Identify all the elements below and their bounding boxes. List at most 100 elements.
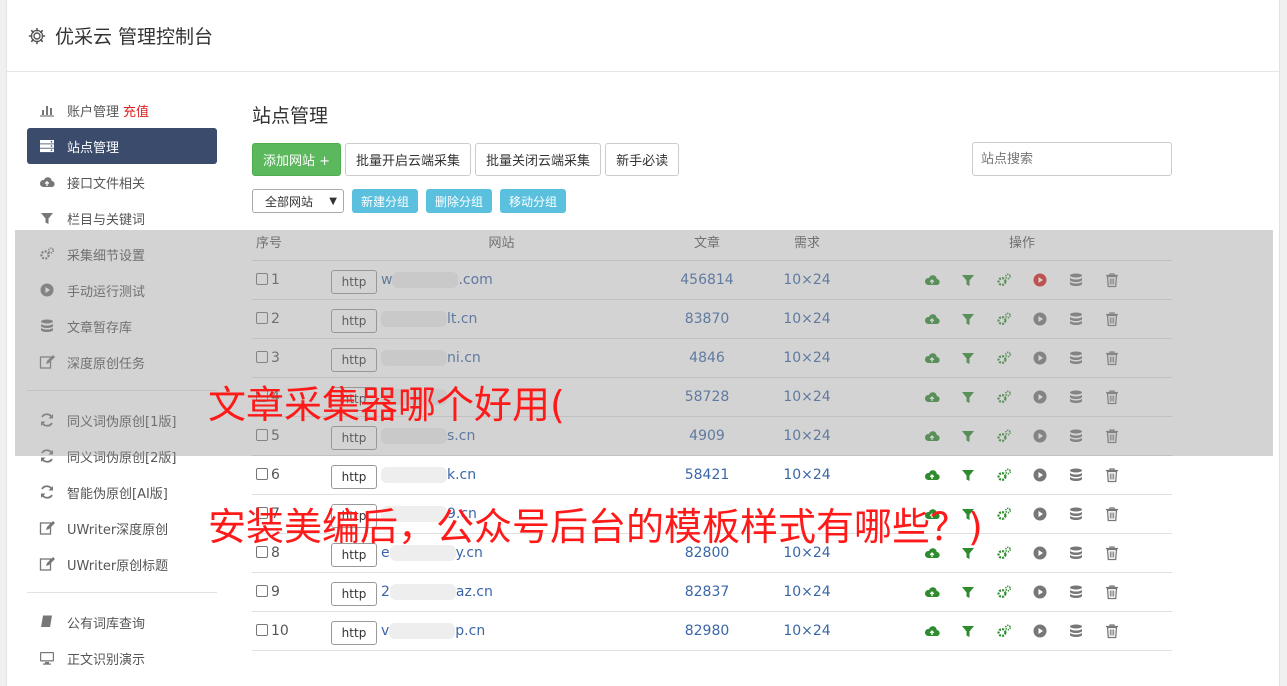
row-articles[interactable]: 82980	[672, 611, 742, 651]
database-icon[interactable]	[1068, 584, 1084, 600]
newbie-guide-button[interactable]: 新手必读	[605, 142, 680, 176]
sidebar-item-group3-1[interactable]: 正文识别演示	[27, 640, 217, 676]
sidebar-item-group2-2[interactable]: 智能伪原创[AI版]	[27, 474, 217, 510]
play-icon[interactable]	[1032, 545, 1048, 561]
trash-icon[interactable]	[1104, 506, 1120, 522]
batch-close-cloud-button[interactable]: 批量关闭云端采集	[475, 142, 602, 176]
redacted-mask	[389, 622, 456, 639]
move-group-button[interactable]: 移动分组	[500, 189, 567, 213]
row-ops	[872, 572, 1172, 612]
row-num-cell: 6	[252, 455, 327, 495]
cloud-upload-icon[interactable]	[924, 584, 940, 600]
sidebar-item-label: 账户管理	[67, 104, 120, 120]
chevron-down-icon: ▼	[329, 195, 337, 207]
trash-icon[interactable]	[1104, 467, 1120, 483]
table-row: 10 http v p.cn 82980 10×24	[252, 611, 1172, 651]
play-icon[interactable]	[1032, 467, 1048, 483]
sidebar-item-group1-2[interactable]: 接口文件相关	[27, 164, 217, 200]
row-site-cell: http v p.cn	[327, 611, 672, 651]
site-domain-prefix[interactable]: v	[381, 623, 389, 639]
database-icon[interactable]	[1068, 506, 1084, 522]
overlay-title-line2: 安装美编后，公众号后台的模板样式有哪些？)	[208, 505, 983, 549]
row-checkbox[interactable]	[256, 623, 268, 636]
filter-icon[interactable]	[960, 467, 976, 483]
trash-icon[interactable]	[1104, 545, 1120, 561]
database-icon[interactable]	[1068, 545, 1084, 561]
filter-icon	[39, 210, 55, 226]
app-header: 优采云 管理控制台	[7, 0, 1279, 72]
protocol-button[interactable]: http	[331, 464, 377, 489]
site-domain-suffix[interactable]: k.cn	[447, 467, 476, 483]
sidebar-item-label: 公有词库查询	[67, 616, 146, 632]
database-icon[interactable]	[1068, 623, 1084, 639]
site-domain-prefix[interactable]: 2	[381, 584, 390, 600]
row-ops	[872, 611, 1172, 651]
gears-icon[interactable]	[996, 623, 1012, 639]
batch-open-cloud-button[interactable]: 批量开启云端采集	[345, 142, 472, 176]
sidebar-item-group2-4[interactable]: UWriter原创标题	[27, 546, 217, 582]
table-row: 6 http k.cn 58421 10×24	[252, 455, 1172, 495]
protocol-button[interactable]: http	[331, 581, 377, 606]
row-checkbox[interactable]	[256, 584, 268, 597]
cloud-upload-icon[interactable]	[924, 467, 940, 483]
server-icon	[39, 138, 55, 154]
trash-icon[interactable]	[1104, 623, 1120, 639]
sidebar-item-group3-0[interactable]: 公有词库查询	[27, 604, 217, 640]
sidebar-item-label: 正文识别演示	[67, 652, 146, 668]
gears-icon[interactable]	[996, 584, 1012, 600]
group-select-value: 全部网站	[265, 194, 314, 209]
row-num-cell: 9	[252, 572, 327, 612]
gear-icon	[27, 26, 47, 46]
page-title: 站点管理	[252, 105, 329, 127]
row-site-cell: http k.cn	[327, 455, 672, 495]
gears-icon[interactable]	[996, 506, 1012, 522]
row-num: 10	[271, 622, 289, 639]
play-icon[interactable]	[1032, 506, 1048, 522]
cloud-upload-icon[interactable]	[924, 623, 940, 639]
filter-icon[interactable]	[960, 584, 976, 600]
sidebar-item-group1-1[interactable]: 站点管理	[27, 128, 217, 164]
play-icon[interactable]	[1032, 623, 1048, 639]
row-num: 9	[271, 583, 280, 600]
sidebar-item-group1-0[interactable]: 账户管理 充值	[27, 92, 217, 128]
sidebar-divider	[27, 592, 217, 593]
new-group-button[interactable]: 新建分组	[352, 189, 419, 213]
monitor-icon	[39, 650, 55, 666]
row-demand[interactable]: 10×24	[742, 572, 872, 612]
edit-icon	[39, 520, 55, 536]
row-demand[interactable]: 10×24	[742, 611, 872, 651]
row-articles[interactable]: 82837	[672, 572, 742, 612]
overlay-title-line1: 文章采集器哪个好用(	[208, 383, 565, 427]
protocol-button[interactable]: http	[331, 620, 377, 645]
site-domain-suffix[interactable]: az.cn	[456, 584, 493, 600]
play-icon[interactable]	[1032, 584, 1048, 600]
table-row: 9 http 2 az.cn 82837 10×24	[252, 572, 1172, 612]
edit-icon	[39, 556, 55, 572]
sidebar-item-label: 栏目与关键词	[67, 212, 146, 228]
recharge-link[interactable]: 充值	[123, 101, 149, 120]
app-title: 优采云 管理控制台	[55, 26, 214, 48]
book-icon	[39, 614, 55, 630]
gears-icon[interactable]	[996, 467, 1012, 483]
group-select[interactable]: 全部网站 ▼	[252, 189, 344, 213]
sidebar-item-label: 接口文件相关	[67, 176, 146, 192]
gears-icon[interactable]	[996, 545, 1012, 561]
toolbar: 添加网站 + 批量开启云端采集 批量关闭云端采集 新手必读	[252, 142, 1172, 176]
trash-icon[interactable]	[1104, 584, 1120, 600]
filter-icon[interactable]	[960, 623, 976, 639]
site-domain-suffix[interactable]: p.cn	[455, 623, 485, 639]
redacted-mask	[381, 466, 447, 483]
watermark-band	[15, 230, 1273, 456]
refresh-icon	[39, 484, 55, 500]
row-demand[interactable]: 10×24	[742, 455, 872, 495]
database-icon[interactable]	[1068, 467, 1084, 483]
site-search-input[interactable]	[972, 142, 1172, 176]
delete-group-button[interactable]: 删除分组	[426, 189, 493, 213]
row-ops	[872, 455, 1172, 495]
row-articles[interactable]: 58421	[672, 455, 742, 495]
row-checkbox[interactable]	[256, 467, 268, 480]
bar-chart-icon	[39, 102, 55, 118]
sidebar-item-label: 站点管理	[67, 140, 120, 156]
add-site-button[interactable]: 添加网站 +	[252, 142, 342, 176]
sidebar-item-group2-3[interactable]: UWriter深度原创	[27, 510, 217, 546]
